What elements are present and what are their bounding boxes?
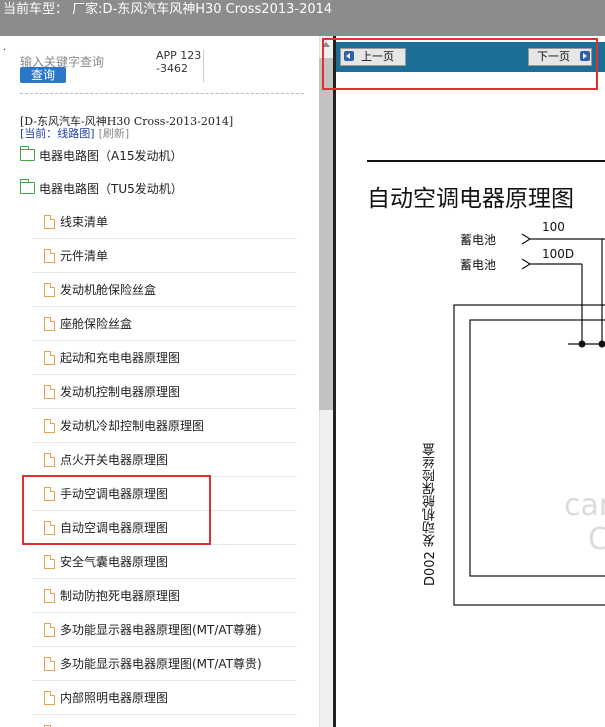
folder-tu5[interactable]: 电器电路图（TU5发动机） — [20, 178, 183, 198]
current-link[interactable]: 线路图 — [57, 127, 90, 140]
wiring-diagram — [453, 233, 605, 606]
refresh-link[interactable]: [刷新] — [99, 127, 130, 140]
current-close: ] — [90, 127, 95, 140]
list-item-label: 点火开关电器原理图 — [60, 453, 169, 467]
watermark-text: C — [588, 522, 605, 557]
list-item[interactable]: 发动机舱保险丝盒 — [32, 273, 297, 307]
highlight-box-ac-items — [22, 475, 211, 545]
wire-code-label: 100D — [542, 247, 575, 261]
list-item-label: 座舱保险丝盒 — [60, 317, 133, 331]
list-item[interactable] — [32, 715, 297, 727]
folder-a15[interactable]: 电器电路图（A15发动机） — [20, 145, 182, 165]
document-icon — [44, 418, 55, 433]
junction-dot — [598, 340, 605, 348]
document-icon — [44, 350, 55, 365]
list-item[interactable]: 安全气囊电器原理图 — [32, 545, 297, 579]
highlight-box-page-nav — [322, 38, 598, 90]
document-icon — [44, 554, 55, 569]
list-item[interactable]: 发动机控制电器原理图 — [32, 375, 297, 409]
list-item[interactable]: 起动和充电电器原理图 — [32, 341, 297, 375]
list-item-label: 安全气囊电器原理图 — [60, 555, 169, 569]
list-item[interactable]: 制动防抱死电器原理图 — [32, 579, 297, 613]
document-icon — [44, 248, 55, 263]
folder-icon — [20, 146, 35, 161]
list-item-label: 发动机舱保险丝盒 — [60, 283, 157, 297]
list-item-label: 发动机控制电器原理图 — [60, 385, 181, 399]
folder-label: 电器电路图（TU5发动机） — [39, 181, 183, 196]
document-icon — [44, 656, 55, 671]
panel-marker: . — [3, 42, 7, 53]
document-icon — [44, 282, 55, 297]
list-item-label: 发动机冷却控制电器原理图 — [60, 419, 205, 433]
document-icon — [44, 214, 55, 229]
title-bar: 当前车型： 厂家:D-东风汽车风神H30 Cross2013-2014 — [0, 0, 605, 36]
divider — [203, 50, 204, 82]
document-icon — [44, 452, 55, 467]
document-icon — [44, 690, 55, 705]
list-item[interactable]: 多功能显示器电器原理图(MT/AT尊贵) — [32, 647, 297, 681]
list-item-label: 多功能显示器电器原理图(MT/AT尊贵) — [60, 657, 262, 671]
wire-source-label: 蓄电池 — [460, 258, 497, 272]
document-viewer: 上一页 下一页 自动空调电器原理图 蓄电池 100 蓄电池 100D D002 … — [333, 36, 605, 727]
document-icon — [44, 588, 55, 603]
app-window: 当前车型： 厂家:D-东风汽车风神H30 Cross2013-2014 . 输入… — [0, 0, 605, 727]
list-item[interactable]: 发动机冷却控制电器原理图 — [32, 409, 297, 443]
list-item-label: 内部照明电器原理图 — [60, 691, 169, 705]
list-item[interactable]: 内部照明电器原理图 — [32, 681, 297, 715]
list-item-label: 制动防抱死电器原理图 — [60, 589, 181, 603]
list-item-label: 元件清单 — [60, 249, 109, 263]
list-item-label: 起动和充电电器原理图 — [60, 351, 181, 365]
fuse-box-outer — [453, 304, 605, 606]
title-text: 当前车型： 厂家:D-东风汽车风神H30 Cross2013-2014 — [3, 2, 333, 17]
diagram-sheet: 上一页 下一页 自动空调电器原理图 蓄电池 100 蓄电池 100D D002 … — [336, 36, 605, 727]
scrollbar-thumb[interactable] — [319, 58, 333, 410]
list-item[interactable]: 元件清单 — [32, 239, 297, 273]
fuse-box-label: D002 发动机舱保险丝盒 — [423, 443, 438, 586]
list-item[interactable]: 多功能显示器电器原理图(MT/AT尊雅) — [32, 613, 297, 647]
list-item[interactable]: 点火开关电器原理图 — [32, 443, 297, 477]
folder-open-icon — [20, 179, 35, 194]
left-panel: . 输入关键字查询 查询 APP 123-3462 [D-东风汽车-风神H30 … — [0, 36, 320, 727]
folder-label: 电器电路图（A15发动机） — [39, 148, 183, 163]
watermark-text: car — [564, 488, 605, 523]
wire-code-label: 100 — [542, 220, 565, 234]
document-icon — [44, 622, 55, 637]
app-code: APP 123-3462 — [156, 49, 202, 75]
search-button[interactable]: 查询 — [20, 67, 66, 83]
document-icon — [44, 316, 55, 331]
connector-arrow-icon — [521, 233, 532, 245]
list-item[interactable]: 座舱保险丝盒 — [32, 307, 297, 341]
current-location: [当前：线路图] [刷新] — [20, 125, 129, 141]
dashed-divider — [20, 93, 304, 94]
list-item[interactable]: 线束清单 — [32, 205, 297, 239]
current-label: [当前： — [20, 127, 58, 140]
document-icon — [44, 384, 55, 399]
list-item-label: 多功能显示器电器原理图(MT/AT尊雅) — [60, 623, 262, 637]
connector-arrow-icon — [521, 258, 532, 270]
junction-dot — [578, 340, 586, 348]
list-item-label: 线束清单 — [60, 215, 109, 229]
wire-source-label: 蓄电池 — [460, 233, 497, 247]
fuse-box-inner — [469, 319, 605, 577]
